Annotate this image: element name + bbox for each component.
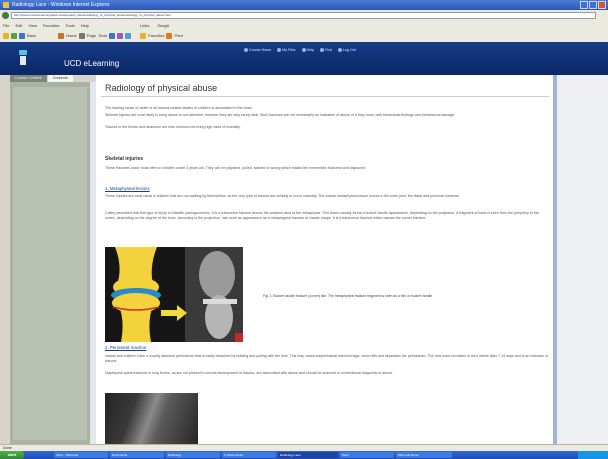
- header-link-course-home[interactable]: Course Home: [244, 48, 271, 52]
- print-label[interactable]: Print: [174, 33, 182, 38]
- ucd-logo-icon: [19, 50, 27, 65]
- metaphyseal-paragraph-1: These injuries are most usual in childre…: [105, 194, 460, 198]
- close-button[interactable]: [598, 1, 606, 9]
- taskbar: start Inbox - Microsoft Document1 Radiol…: [0, 451, 608, 459]
- tab-course-content[interactable]: Course Content: [10, 75, 47, 82]
- add-favorite-icon[interactable]: [11, 32, 17, 39]
- left-navigation-panel: [10, 82, 90, 444]
- site-header: UCD eLearning Course Home My Files Help …: [0, 42, 608, 75]
- help-icon[interactable]: [109, 32, 116, 39]
- menu-file[interactable]: File: [3, 23, 9, 28]
- ie-app-icon: [3, 2, 9, 8]
- url-input[interactable]: http://www.ucd.ie/eLearning/lace/module/…: [11, 12, 596, 19]
- logout-icon: [337, 48, 342, 52]
- menu-tools[interactable]: Tools: [65, 23, 74, 28]
- tools-label[interactable]: Tools: [98, 33, 107, 38]
- header-links: Course Home My Files Help Find Log Out: [244, 48, 356, 52]
- metaphyseal-paragraph-2: Caffey described that this type of injur…: [105, 211, 539, 221]
- window-controls: [580, 1, 606, 9]
- header-link-my-files[interactable]: My Files: [277, 48, 296, 52]
- favorites-label[interactable]: Favorites: [148, 33, 164, 38]
- course-tabs: Course Content Contents: [10, 75, 73, 82]
- taskbar-item[interactable]: Inbox - Microsoft: [54, 452, 108, 458]
- site-brand: UCD eLearning: [64, 59, 120, 68]
- right-margin-panel: [557, 75, 608, 444]
- minimize-button[interactable]: [580, 1, 588, 9]
- section-heading-skeletal: Skeletal injuries: [105, 156, 144, 162]
- home-label[interactable]: Home: [66, 33, 77, 38]
- subheading-periosteal[interactable]: 2. Periosteal reaction: [105, 345, 146, 350]
- main-content: Radiology of physical abuse The leading …: [96, 75, 553, 444]
- menu-edit[interactable]: Edit: [15, 23, 22, 28]
- subheading-metaphyseal[interactable]: 1. Metaphyseal lesions: [105, 186, 150, 191]
- snagit-button[interactable]: Snagit: [157, 23, 168, 28]
- taskbar-item[interactable]: Paint: [340, 452, 394, 458]
- header-link-help[interactable]: Help: [301, 48, 314, 52]
- help-icon: [301, 48, 306, 52]
- intro-paragraph-1: The leading cause of death of all trauma…: [105, 106, 253, 110]
- back-arrow-icon[interactable]: [19, 32, 25, 39]
- tab-contents[interactable]: Contents: [47, 75, 73, 82]
- taskbar-item[interactable]: Document1: [110, 452, 164, 458]
- system-tray[interactable]: [578, 451, 608, 459]
- feeds-icon[interactable]: [166, 32, 173, 39]
- maximize-button[interactable]: [589, 1, 597, 9]
- links-button[interactable]: Links: [140, 23, 149, 28]
- figure-caption: Fig. 1: Bucket handle fracture (corner) …: [263, 294, 433, 298]
- menu-help[interactable]: Help: [81, 23, 89, 28]
- research-icon[interactable]: [117, 32, 124, 39]
- home-icon[interactable]: [58, 32, 64, 39]
- header-link-log-out[interactable]: Log Out: [337, 48, 356, 52]
- taskbar-item[interactable]: Microsoft Excel: [396, 452, 452, 458]
- left-navigation-tree[interactable]: [13, 87, 87, 440]
- taskbar-item[interactable]: Radiology: [166, 452, 220, 458]
- messenger-icon[interactable]: [125, 32, 132, 39]
- folder-icon: [277, 48, 282, 52]
- menu-favorites[interactable]: Favorites: [43, 23, 59, 28]
- knee-diagram-svg: [105, 247, 243, 342]
- menu-view[interactable]: View: [28, 23, 37, 28]
- header-link-find[interactable]: Find: [319, 48, 332, 52]
- intro-paragraph-2: Skeletal injuries are most likely to bri…: [105, 113, 456, 117]
- back-icon[interactable]: [2, 12, 9, 19]
- favorites-center-icon[interactable]: [140, 32, 146, 39]
- skeletal-paragraph: These fractures occur most often in chil…: [105, 166, 367, 170]
- knee-xray-figure: [105, 247, 243, 342]
- periosteal-xray-image: [105, 393, 198, 444]
- print-icon[interactable]: [78, 32, 85, 39]
- taskbar-item[interactable]: C:\Documents: [222, 452, 276, 458]
- title-divider: [101, 96, 549, 97]
- search-icon: [319, 48, 324, 52]
- start-button[interactable]: start: [0, 451, 24, 459]
- page-label[interactable]: Page: [87, 33, 96, 38]
- back-label[interactable]: Back: [27, 33, 36, 38]
- window-titlebar: Radiology Lace - Windows Internet Explor…: [0, 0, 608, 10]
- home-icon: [244, 48, 248, 52]
- taskbar-item-active[interactable]: Radiology Lace: [278, 452, 338, 458]
- star-icon[interactable]: [3, 32, 9, 39]
- periosteal-paragraph-1: Infants and children have a loosely atta…: [105, 354, 548, 364]
- window-title: Radiology Lace - Windows Internet Explor…: [12, 2, 110, 8]
- page-title: Radiology of physical abuse: [105, 83, 218, 93]
- intro-paragraph-3: Trauma to the thorax and abdomen are les…: [105, 125, 241, 129]
- periosteal-paragraph-2: Diaphyseal spiral fractures in long bone…: [105, 371, 394, 375]
- menu-bar: File Edit View Favorites Tools Help Link…: [0, 21, 608, 30]
- status-text: Done: [3, 446, 12, 450]
